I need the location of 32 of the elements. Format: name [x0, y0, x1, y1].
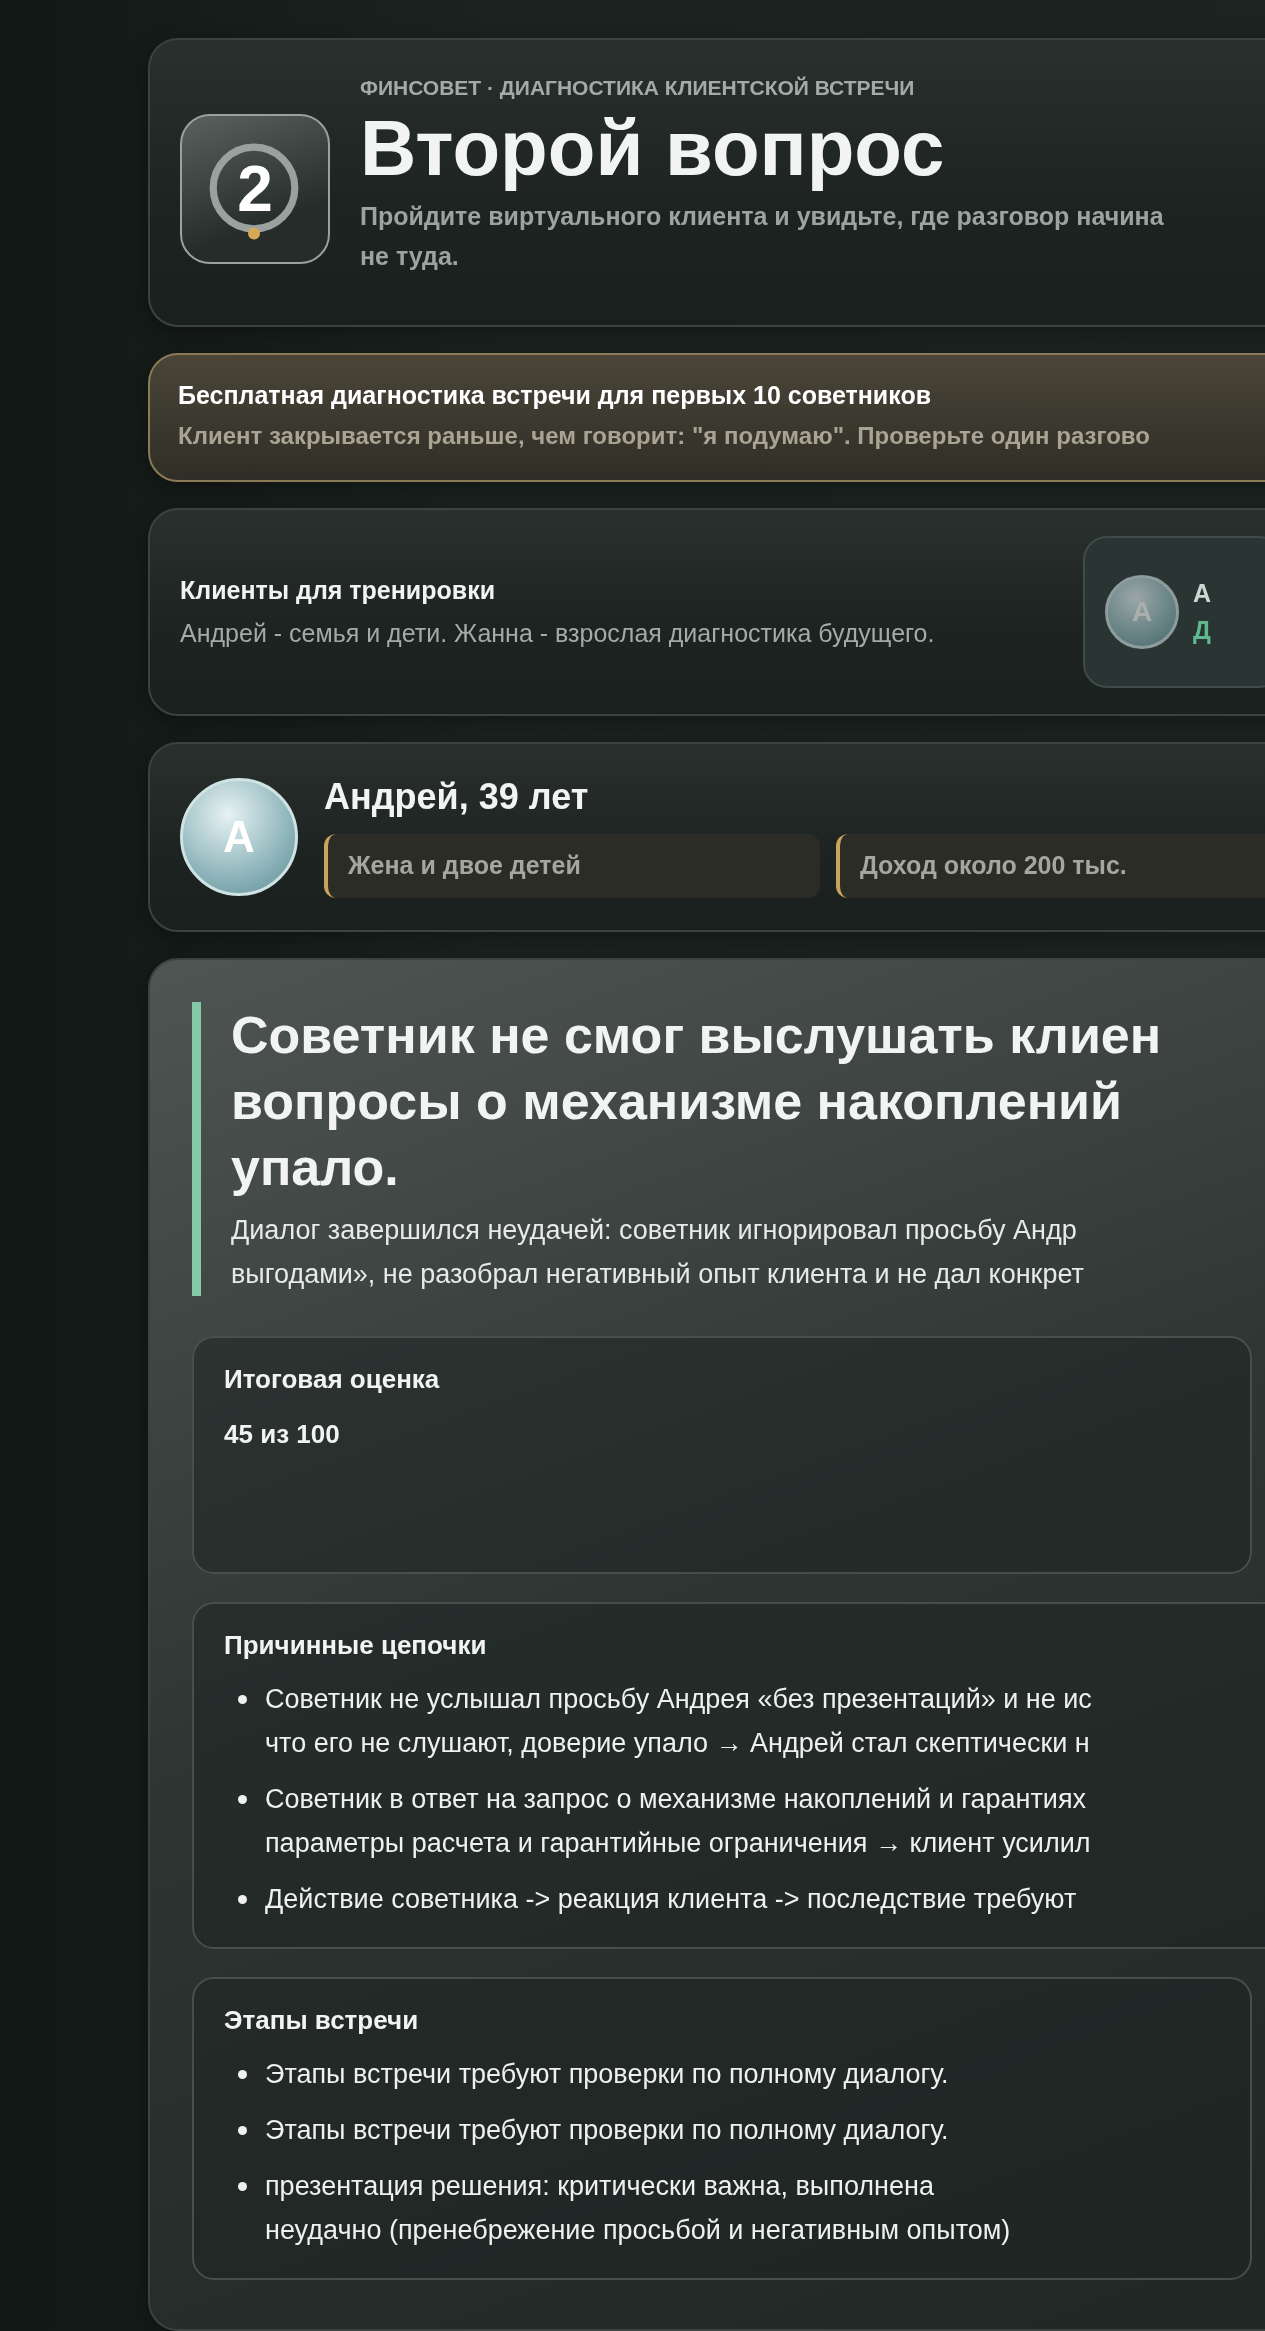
score-title: Итоговая оценка	[224, 1364, 441, 1396]
step-number: 2	[237, 152, 273, 226]
result-headline: Советник не смог выслушать клиен вопросы о механизме накоплений упало.	[231, 1005, 1163, 1199]
bullet-icon	[238, 1695, 247, 1705]
list-item: Этапы встречи требуют проверки по полному диалогу.	[265, 2058, 949, 2092]
profile-tag: Доход около 200 тыс.	[836, 833, 1265, 898]
eyebrow-label: ФИНСОВЕТ · ДИАГНОСТИКА КЛИЕНТСКОЙ ВСТРЕЧИ	[360, 76, 916, 100]
clients-title: Клиенты для тренировки	[180, 575, 496, 605]
page-title: Второй вопрос	[360, 108, 946, 190]
list-item: Действие советника -> реакция клиента -> последствие требуют	[265, 1883, 1077, 1917]
bullet-icon	[238, 1795, 247, 1805]
client-note: Д	[1193, 615, 1212, 645]
score-value: 45 из 100	[224, 1419, 341, 1451]
list-item: Советник в ответ на запрос о механизме накоплений и гарантиях параметры расчета и гарантийные ограничения → клиент усилил	[265, 1783, 1091, 1861]
list-item: Советник не услышал просьбу Андрея «без презентаций» и не ис что его не слушают, доверие упало → Андрей стал скептически н	[265, 1683, 1092, 1761]
list-title: Причинные цепочки	[224, 1630, 488, 1662]
list-item: Этапы встречи требуют проверки по полному диалогу.	[265, 2114, 949, 2148]
profile-tag: Жена и двое детей	[324, 833, 820, 898]
clients-description: Андрей - семья и дети. Жанна - взрослая диагностика будущего.	[180, 618, 935, 648]
bullet-icon	[238, 1895, 247, 1905]
result-summary: Диалог завершился неудачей: советник игнорировал просьбу Андр выгодами», не разобрал негативный опыт клиента и не дал конкрет	[231, 1214, 1085, 1292]
page-subtitle: Пройдите виртуального клиента и увидьте, где разговор начина не туда.	[360, 200, 1164, 272]
promo-text: Клиент закрывается раньше, чем говорит: "я подумаю". Проверьте один разгово	[178, 422, 1151, 451]
client-name: Андрей, 39 лет	[324, 775, 590, 818]
list-title: Этапы встречи	[224, 2005, 420, 2037]
bullet-icon	[238, 2126, 247, 2136]
avatar-circle: А	[180, 777, 298, 896]
bullet-icon	[238, 2070, 247, 2080]
bullet-icon	[238, 2182, 247, 2192]
promo-title: Бесплатная диагностика встречи для первых 10 советников	[178, 381, 933, 411]
client-name: А	[1193, 578, 1212, 608]
list-item: презентация решения: критически важна, выполнена неудачно (пренебрежение просьбой и негативным опытом)	[265, 2170, 1011, 2248]
